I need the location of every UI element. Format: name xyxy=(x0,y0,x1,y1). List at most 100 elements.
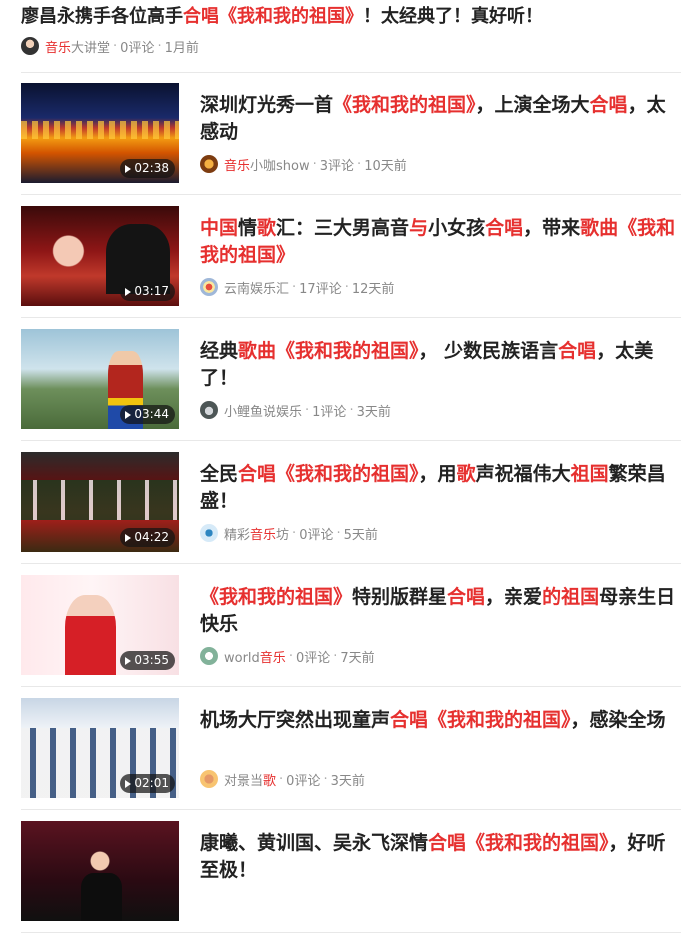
play-icon xyxy=(125,287,132,296)
video-thumbnail[interactable] xyxy=(21,821,179,921)
video-item[interactable]: 02:38 深圳灯光秀一首《我和我的祖国》，上演全场大合唱，太感动音乐小咖show… xyxy=(21,72,681,195)
source-segment: 坊 xyxy=(276,527,290,543)
title-segment: 小女孩 xyxy=(428,217,486,239)
source-avatar-icon xyxy=(200,647,218,665)
meta-separator: · xyxy=(336,525,341,541)
title-segment: 合唱 xyxy=(589,94,628,116)
publish-time: 3天前 xyxy=(356,404,391,420)
source-name[interactable]: world音乐 xyxy=(224,647,286,666)
video-thumbnail[interactable]: 03:17 xyxy=(21,206,179,306)
video-item[interactable]: 03:55 《我和我的祖国》特别版群星合唱，亲爱的祖国母亲生日快乐 world音乐 ·… xyxy=(21,564,681,687)
title-segment: ，感染全场 xyxy=(570,709,666,731)
source-segment: world xyxy=(224,650,260,666)
meta-separator: · xyxy=(312,156,317,172)
source-segment: 音乐 xyxy=(250,527,277,543)
source-name[interactable]: 对景当歌 xyxy=(224,770,276,789)
top-video-meta: 音乐大讲堂 · 0评论 · 1月前 xyxy=(21,36,199,56)
title-segment: 《我和我的祖国》 xyxy=(200,586,353,608)
video-thumbnail[interactable]: 03:44 xyxy=(21,329,179,429)
source-avatar-icon xyxy=(21,37,39,55)
meta-separator: · xyxy=(344,279,349,295)
title-segment: ， 少数民族语言 xyxy=(418,340,559,362)
title-segment: 《我和我的祖国》 xyxy=(276,340,419,362)
meta-separator: · xyxy=(357,156,362,172)
source-name[interactable]: 音乐小咖show xyxy=(224,155,310,174)
title-segment: 歌曲 xyxy=(580,217,619,239)
title-segment: 歌 xyxy=(257,217,277,239)
video-thumbnail[interactable]: 02:01 xyxy=(21,698,179,798)
meta-separator: · xyxy=(323,771,328,787)
title-segment: 《我和我的祖国》 xyxy=(219,6,363,27)
video-item[interactable]: 03:17 中国情歌汇：三大男高音与小女孩合唱，带来歌曲《我和我的祖国》云南娱乐汇… xyxy=(21,195,681,318)
title-segment: 合唱 xyxy=(428,832,467,854)
video-title[interactable]: 中国情歌汇：三大男高音与小女孩合唱，带来歌曲《我和我的祖国》 xyxy=(200,215,681,269)
video-item[interactable]: 康曦、黄训国、吴永飞深情合唱《我和我的祖国》，好听至极！ xyxy=(21,810,681,933)
video-item[interactable]: 03:44 经典歌曲《我和我的祖国》， 少数民族语言合唱，太美了！ 小鲤鱼说娱乐 · 1… xyxy=(21,318,681,441)
title-segment: 经典 xyxy=(200,340,239,362)
source-avatar-icon xyxy=(200,401,218,419)
meta-separator: · xyxy=(333,648,338,664)
source-segment: 音乐 xyxy=(45,40,72,56)
video-item[interactable]: 02:01 机场大厅突然出现童声合唱《我和我的祖国》，感染全场 对景当歌 · 0评论 · 3… xyxy=(21,687,681,810)
duration-text: 03:44 xyxy=(134,407,169,421)
title-segment: 与 xyxy=(409,217,429,239)
duration-badge: 02:01 xyxy=(120,774,175,793)
video-list: 02:38 深圳灯光秀一首《我和我的祖国》，上演全场大合唱，太感动 音乐小咖show… xyxy=(0,72,695,933)
title-segment: 合唱 xyxy=(558,340,597,362)
meta-separator: · xyxy=(113,38,118,54)
title-segment: 《我和我的祖国》 xyxy=(333,94,476,116)
title-segment: 《我和我的祖国》 xyxy=(428,709,571,731)
duration-badge: 03:55 xyxy=(120,651,175,670)
publish-time: 12天前 xyxy=(351,281,395,297)
video-thumbnail[interactable]: 04:22 xyxy=(21,452,179,552)
source-name[interactable]: 小鲤鱼说娱乐 xyxy=(224,401,302,420)
video-title[interactable]: 《我和我的祖国》特别版群星合唱，亲爱的祖国母亲生日快乐 xyxy=(200,584,681,638)
comment-count: 0评论 xyxy=(120,40,155,56)
video-title[interactable]: 机场大厅突然出现童声合唱《我和我的祖国》，感染全场 xyxy=(200,707,681,734)
source-segment: 小咖show xyxy=(250,158,310,174)
video-thumbnail[interactable]: 02:38 xyxy=(21,83,179,183)
title-segment: 合唱 xyxy=(447,586,486,608)
comment-count: 1评论 xyxy=(312,404,347,420)
meta-separator: · xyxy=(292,279,297,295)
source-name[interactable]: 云南娱乐汇 xyxy=(224,278,289,297)
meta-separator: · xyxy=(279,771,284,787)
source-segment: 小鲤鱼说娱乐 xyxy=(224,404,303,420)
comment-count: 0评论 xyxy=(299,527,334,543)
play-icon xyxy=(125,656,132,665)
title-segment: 歌 xyxy=(456,463,476,485)
duration-badge: 03:44 xyxy=(120,405,175,424)
title-segment: 的祖国 xyxy=(542,586,600,608)
title-segment: 廖昌永携手各位高手 xyxy=(21,6,183,27)
source-segment: 对景当 xyxy=(224,773,264,789)
publish-time: 5天前 xyxy=(343,527,378,543)
video-item[interactable]: 04:22 全民合唱《我和我的祖国》，用歌声祝福伟大祖国繁荣昌盛！ 精彩音乐坊 · 0评… xyxy=(21,441,681,564)
video-title[interactable]: 经典歌曲《我和我的祖国》， 少数民族语言合唱，太美了！ xyxy=(200,338,681,392)
video-thumbnail[interactable]: 03:55 xyxy=(21,575,179,675)
video-title[interactable]: 深圳灯光秀一首《我和我的祖国》，上演全场大合唱，太感动 xyxy=(200,92,681,146)
video-title[interactable]: 康曦、黄训国、吴永飞深情合唱《我和我的祖国》，好听至极！ xyxy=(200,830,681,884)
top-video-item[interactable]: 廖昌永携手各位高手合唱《我和我的祖国》！太经典了！真好听！ 音乐大讲堂 · 0评… xyxy=(21,0,681,73)
source-name[interactable]: 音乐大讲堂 xyxy=(45,37,110,56)
source-avatar-icon xyxy=(200,278,218,296)
publish-time: 1月前 xyxy=(164,40,199,56)
duration-text: 03:17 xyxy=(134,284,169,298)
meta-separator: · xyxy=(305,402,310,418)
meta-separator: · xyxy=(157,38,162,54)
video-meta: 精彩音乐坊 · 0评论 · 5天前 xyxy=(200,523,378,543)
source-name[interactable]: 精彩音乐坊 xyxy=(224,524,289,543)
comment-count: 17评论 xyxy=(299,281,342,297)
play-icon xyxy=(125,164,132,173)
video-title[interactable]: 全民合唱《我和我的祖国》，用歌声祝福伟大祖国繁荣昌盛！ xyxy=(200,461,681,515)
title-segment: 机场大厅突然出现童声 xyxy=(200,709,391,731)
title-segment: 全民 xyxy=(200,463,239,485)
play-icon xyxy=(125,533,132,542)
source-avatar-icon xyxy=(200,155,218,173)
title-segment: ，亲爱 xyxy=(485,586,543,608)
top-video-title[interactable]: 廖昌永携手各位高手合唱《我和我的祖国》！太经典了！真好听！ xyxy=(21,4,543,30)
title-segment: ，上演全场大 xyxy=(475,94,590,116)
play-icon xyxy=(125,410,132,419)
source-segment: 大讲堂 xyxy=(71,40,111,56)
title-segment: 情 xyxy=(238,217,258,239)
meta-separator: · xyxy=(288,648,293,664)
